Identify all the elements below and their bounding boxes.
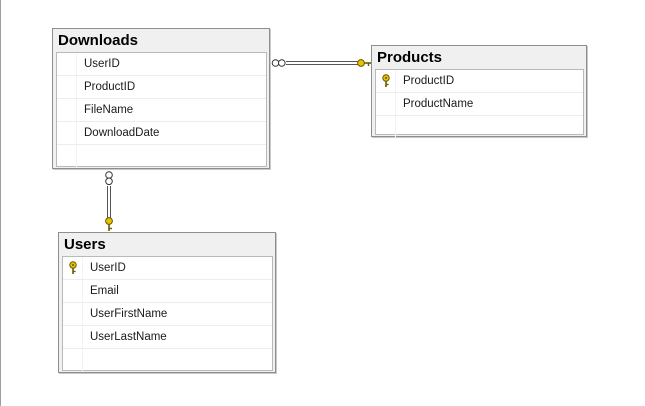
table-title: Downloads — [58, 32, 139, 49]
row-selector — [57, 53, 77, 75]
row-selector — [376, 93, 396, 115]
new-column-row[interactable] — [376, 116, 583, 139]
row-selector — [57, 145, 77, 168]
column-name: ProductID — [84, 81, 136, 93]
column-row[interactable]: UserID — [63, 257, 272, 280]
table-downloads[interactable]: Downloads UserID ProductID FileName Down… — [52, 28, 270, 169]
column-row[interactable]: ProductName — [376, 93, 583, 116]
table-columns: UserID ProductID FileName DownloadDate — [56, 52, 267, 168]
column-row[interactable]: Email — [63, 280, 272, 303]
column-name: UserFirstName — [90, 308, 168, 320]
column-name: FileName — [84, 104, 134, 116]
row-selector — [63, 280, 83, 302]
row-selector — [57, 122, 77, 144]
row-selector — [63, 326, 83, 348]
key-icon — [69, 261, 77, 274]
column-row[interactable]: UserFirstName — [63, 303, 272, 326]
key-icon — [382, 74, 390, 87]
row-selector — [63, 303, 83, 325]
column-name: ProductID — [403, 75, 455, 87]
column-row[interactable]: ProductID — [57, 76, 266, 99]
column-name: UserID — [90, 262, 126, 274]
column-row[interactable]: ProductID — [376, 70, 583, 93]
diagram-canvas: Downloads UserID ProductID FileName Down… — [0, 0, 645, 406]
key-icon — [105, 217, 113, 231]
new-column-row[interactable] — [57, 145, 266, 168]
new-column-row[interactable] — [63, 349, 272, 372]
column-row[interactable]: DownloadDate — [57, 122, 266, 145]
column-name: UserLastName — [90, 331, 167, 343]
table-users[interactable]: Users UserID Email UserFirstName UserLas… — [58, 232, 276, 373]
table-products[interactable]: Products ProductID ProductName — [371, 45, 587, 139]
column-name: UserID — [84, 58, 120, 70]
column-name: Email — [90, 285, 119, 297]
table-columns: ProductID ProductName — [375, 69, 584, 139]
table-columns: UserID Email UserFirstName UserLastName — [62, 256, 273, 372]
column-row[interactable]: UserID — [57, 53, 266, 76]
column-name: ProductName — [403, 98, 474, 110]
row-selector — [57, 76, 77, 98]
table-title: Users — [64, 236, 106, 253]
column-name: DownloadDate — [84, 127, 160, 139]
row-selector — [376, 116, 396, 139]
row-selector — [57, 99, 77, 121]
column-row[interactable]: UserLastName — [63, 326, 272, 349]
table-title: Products — [377, 49, 443, 66]
row-selector — [63, 349, 83, 372]
infinity-icon — [105, 171, 113, 186]
column-row[interactable]: FileName — [57, 99, 266, 122]
